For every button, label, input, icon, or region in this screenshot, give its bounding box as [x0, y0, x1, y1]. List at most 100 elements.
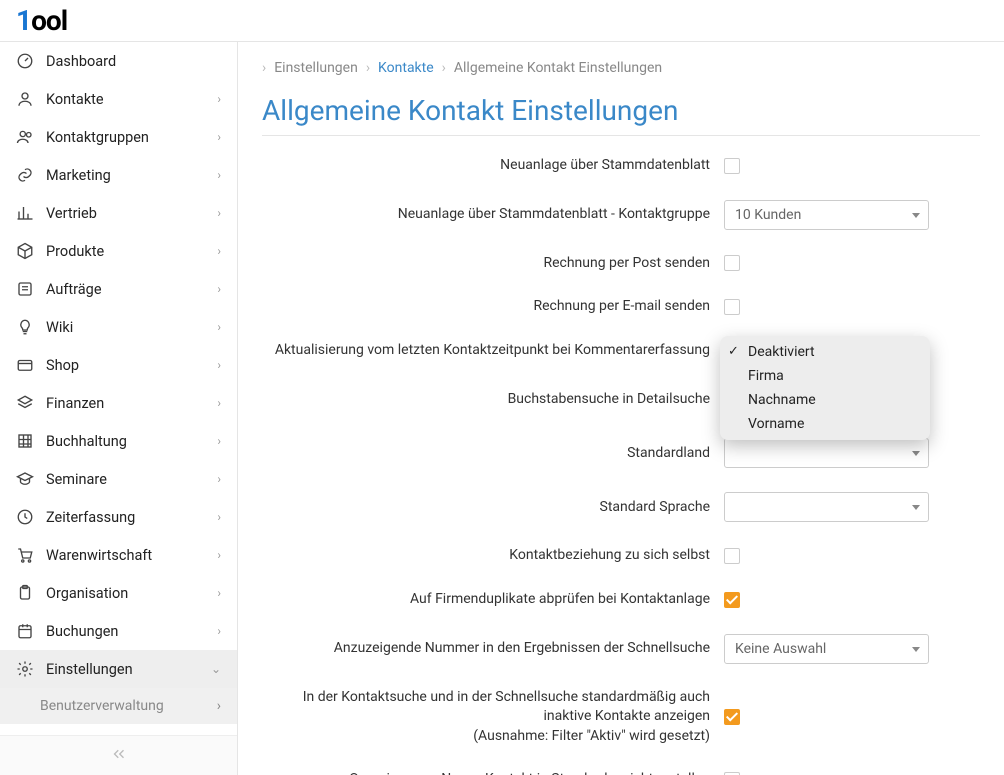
select[interactable]: [724, 492, 929, 522]
chevron-right-icon: ›: [217, 472, 221, 486]
form-control: [724, 709, 934, 725]
sidebar-item-marketing[interactable]: Marketing›: [0, 156, 237, 194]
chevron-right-icon: ›: [217, 698, 221, 714]
form-row: Rechnung per E-mail senden: [262, 297, 980, 317]
sidebar-item-seminare[interactable]: Seminare›: [0, 460, 237, 498]
orders-icon: [16, 280, 34, 298]
form-control: [724, 492, 934, 522]
grid-icon: [16, 432, 34, 450]
form-row: In der Kontaktsuche und in der Schnellsu…: [262, 688, 980, 747]
sidebar-item-label: Shop: [46, 357, 205, 374]
form-label: Auf Firmenduplikate abprüfen bei Kontakt…: [262, 590, 724, 610]
top-bar: 1ool: [0, 0, 1004, 42]
breadcrumb-part-2: Allgemeine Kontakt Einstellungen: [454, 60, 662, 76]
dropdown-option[interactable]: Vorname: [720, 412, 930, 436]
chevron-right-icon: ›: [217, 434, 221, 448]
sidebar-item-label: Buchungen: [46, 623, 205, 640]
chevron-right-icon: ›: [217, 358, 221, 372]
form-row: Standard Sprache: [262, 492, 980, 522]
sidebar-item-einstellungen[interactable]: Einstellungen⌄: [0, 650, 237, 688]
sidebar-item-organisation[interactable]: Organisation›: [0, 574, 237, 612]
form-control: [724, 255, 934, 271]
calendar-icon: [16, 622, 34, 640]
select[interactable]: Keine Auswahl: [724, 634, 929, 664]
select[interactable]: 10 Kunden: [724, 200, 929, 230]
chevron-right-icon: ›: [217, 548, 221, 562]
form-control: Keine Auswahl: [724, 634, 934, 664]
clipboard-icon: [16, 584, 34, 602]
sidebar-item-label: Produkte: [46, 243, 205, 260]
checkbox[interactable]: [724, 158, 740, 174]
checkbox[interactable]: [724, 299, 740, 315]
form-label: Organigramm: Neuen Kontakt in Standardan…: [262, 770, 724, 775]
sidebar-sub-benutzerverwaltung[interactable]: Benutzerverwaltung›: [0, 688, 237, 724]
user-icon: [16, 90, 34, 108]
bars-icon: [16, 204, 34, 222]
chevron-right-icon: ›: [217, 510, 221, 524]
form-row: Standardland: [262, 438, 980, 468]
logo-rest: ool: [31, 4, 67, 37]
select[interactable]: [724, 438, 929, 468]
checkbox[interactable]: [724, 709, 740, 725]
sidebar-item-label: Vertrieb: [46, 205, 205, 222]
sidebar-item-label: Kontaktgruppen: [46, 129, 205, 146]
sidebar-item-label: Organisation: [46, 585, 205, 602]
sidebar-item-warenwirtschaft[interactable]: Warenwirtschaft›: [0, 536, 237, 574]
form-row: Rechnung per Post senden: [262, 254, 980, 274]
cap-icon: [16, 470, 34, 488]
form-label: Buchstabensuche in Detailsuche: [262, 390, 724, 410]
sidebar-item-shop[interactable]: Shop ›: [0, 346, 237, 384]
form-row: Neuanlage über Stammdatenblatt: [262, 156, 980, 176]
form-control: [724, 438, 934, 468]
sidebar-item-buchungen[interactable]: Buchungen›: [0, 612, 237, 650]
gauge-icon: [16, 52, 34, 70]
sidebar-item-vertrieb[interactable]: Vertrieb›: [0, 194, 237, 232]
sidebar-item-label: Buchhaltung: [46, 433, 205, 450]
form-control: [724, 548, 934, 564]
sidebar-list: DashboardKontakte›Kontaktgruppen›Marketi…: [0, 42, 237, 735]
sidebar-item-kontakte[interactable]: Kontakte›: [0, 80, 237, 118]
gear-icon: [16, 660, 34, 678]
form-row: Neuanlage über Stammdatenblatt - Kontakt…: [262, 200, 980, 230]
buchstabensuche-dropdown[interactable]: DeaktiviertFirmaNachnameVorname: [720, 336, 930, 440]
breadcrumb: › Einstellungen › Kontakte › Allgemeine …: [238, 42, 1004, 94]
form-control: [724, 299, 934, 315]
form-label: Neuanlage über Stammdatenblatt: [262, 156, 724, 176]
chevron-double-left-icon: [110, 745, 128, 767]
sidebar-item-auftraege[interactable]: Aufträge›: [0, 270, 237, 308]
sidebar-collapse[interactable]: [0, 735, 237, 775]
breadcrumb-part-0[interactable]: Einstellungen: [274, 60, 358, 76]
breadcrumb-part-1[interactable]: Kontakte: [378, 60, 434, 76]
dropdown-option[interactable]: Deaktiviert: [720, 340, 930, 364]
sidebar-item-wiki[interactable]: Wiki›: [0, 308, 237, 346]
sidebar: DashboardKontakte›Kontaktgruppen›Marketi…: [0, 42, 238, 775]
form-label: Kontaktbeziehung zu sich selbst: [262, 546, 724, 566]
form-label: Anzuzeigende Nummer in den Ergebnissen d…: [262, 639, 724, 659]
form-label: Neuanlage über Stammdatenblatt - Kontakt…: [262, 205, 724, 225]
settings-form: Neuanlage über Stammdatenblatt Neuanlage …: [262, 156, 980, 775]
sidebar-item-zeiterfassung[interactable]: Zeiterfassung›: [0, 498, 237, 536]
logo: 1ool: [16, 4, 67, 37]
sidebar-item-label: Einstellungen: [46, 661, 199, 678]
page-title: Allgemeine Kontakt Einstellungen: [262, 94, 980, 136]
link-icon: [16, 166, 34, 184]
checkbox[interactable]: [724, 548, 740, 564]
sidebar-item-label: Dashboard: [46, 53, 221, 70]
cube-icon: [16, 242, 34, 260]
sidebar-item-produkte[interactable]: Produkte›: [0, 232, 237, 270]
sidebar-item-label: Aufträge: [46, 281, 205, 298]
sidebar-item-buchhaltung[interactable]: Buchhaltung ›: [0, 422, 237, 460]
sidebar-item-label: Marketing: [46, 167, 205, 184]
users-icon: [16, 128, 34, 146]
checkbox[interactable]: [724, 592, 740, 608]
chevron-right-icon: ›: [217, 92, 221, 106]
checkbox[interactable]: [724, 255, 740, 271]
sidebar-item-dashboard[interactable]: Dashboard: [0, 42, 237, 80]
sidebar-item-finanzen[interactable]: Finanzen ›: [0, 384, 237, 422]
form-row: Organigramm: Neuen Kontakt in Standardan…: [262, 770, 980, 775]
dropdown-option[interactable]: Nachname: [720, 388, 930, 412]
sidebar-item-label: Finanzen: [46, 395, 205, 412]
dropdown-option[interactable]: Firma: [720, 364, 930, 388]
chevron-right-icon: ›: [217, 396, 221, 410]
sidebar-item-kontaktgruppen[interactable]: Kontaktgruppen›: [0, 118, 237, 156]
